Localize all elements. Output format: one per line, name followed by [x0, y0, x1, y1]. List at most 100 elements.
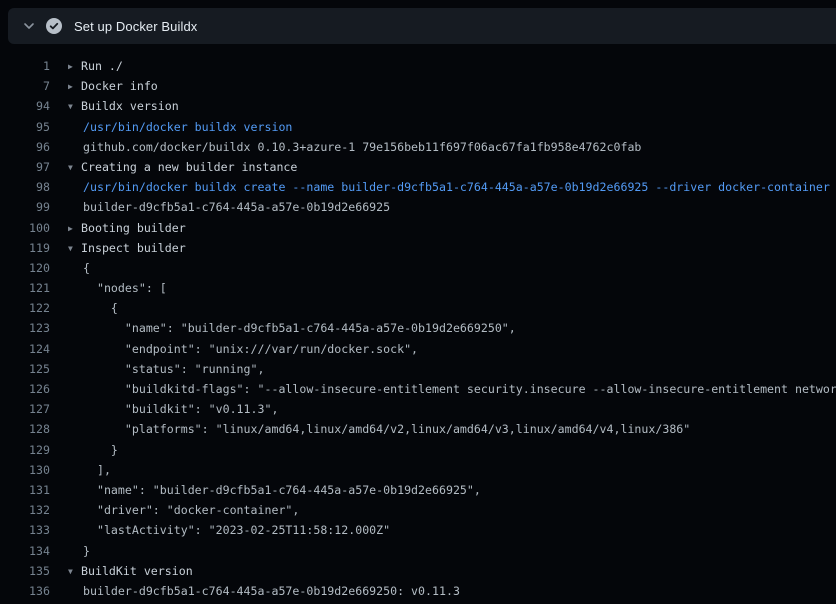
log-line: 7 ▶Docker info [0, 76, 836, 96]
line-number[interactable]: 125 [0, 359, 50, 379]
log-output-text: "driver": "docker-container", [68, 500, 299, 520]
chevron-down-icon[interactable] [18, 15, 40, 37]
log-line: 124 "endpoint": "unix:///var/run/docker.… [0, 339, 836, 359]
log-line: 136 builder-d9cfb5a1-c764-445a-a57e-0b19d… [0, 581, 836, 601]
log-line: 121 "nodes": [ [0, 278, 836, 298]
log-output-text: "status": "running", [68, 359, 264, 379]
log-command-text: /usr/bin/docker buildx create --name bui… [68, 177, 830, 197]
log-output-text: { [68, 298, 118, 318]
log-group-title: Creating a new builder instance [81, 160, 297, 174]
log-line: 95/usr/bin/docker buildx version [0, 117, 836, 137]
triangle-down-icon[interactable]: ▼ [68, 239, 81, 259]
line-number[interactable]: 135 [0, 561, 50, 581]
line-number[interactable]: 123 [0, 318, 50, 338]
log-output-text: } [68, 541, 90, 561]
log-group-toggle[interactable]: ▼BuildKit version [68, 561, 193, 581]
line-number[interactable]: 126 [0, 379, 50, 399]
line-number[interactable]: 130 [0, 460, 50, 480]
line-number[interactable]: 128 [0, 419, 50, 439]
line-number[interactable]: 120 [0, 258, 50, 278]
triangle-down-icon[interactable]: ▼ [68, 562, 81, 582]
line-number[interactable]: 7 [0, 76, 50, 96]
log-line: 94 ▼Buildx version [0, 96, 836, 116]
log-output-text: "nodes": [ [68, 278, 167, 298]
log-viewer: 1▶Run ./7▶Docker info94▼Buildx version95… [0, 44, 836, 601]
triangle-down-icon[interactable]: ▼ [68, 158, 81, 178]
line-number[interactable]: 121 [0, 278, 50, 298]
log-line: 97 ▼Creating a new builder instance [0, 157, 836, 177]
log-group-title: Inspect builder [81, 241, 186, 255]
log-group-title: BuildKit version [81, 564, 193, 578]
line-number[interactable]: 136 [0, 581, 50, 601]
log-group-toggle[interactable]: ▼Inspect builder [68, 238, 186, 258]
log-line: 127 "buildkit": "v0.11.3", [0, 399, 836, 419]
log-output-text: "endpoint": "unix:///var/run/docker.sock… [68, 339, 418, 359]
log-group-title: Booting builder [81, 221, 186, 235]
log-output-text: "buildkit": "v0.11.3", [68, 399, 278, 419]
log-group-toggle[interactable]: ▶Docker info [68, 76, 158, 96]
line-number[interactable]: 133 [0, 520, 50, 540]
log-group-title: Run ./ [81, 59, 123, 73]
log-output-text: "lastActivity": "2023-02-25T11:58:12.000… [68, 520, 390, 540]
log-output-text: builder-d9cfb5a1-c764-445a-a57e-0b19d2e6… [68, 197, 390, 217]
log-line: 120 { [0, 258, 836, 278]
line-number[interactable]: 134 [0, 541, 50, 561]
log-line: 100 ▶Booting builder [0, 218, 836, 238]
check-circle-icon [46, 18, 62, 34]
log-line: 129 } [0, 440, 836, 460]
line-number[interactable]: 119 [0, 238, 50, 258]
log-group-title: Docker info [81, 79, 158, 93]
log-output-text: { [68, 258, 90, 278]
step-header[interactable]: Set up Docker Buildx [8, 8, 836, 44]
log-line: 131 "name": "builder-d9cfb5a1-c764-445a-… [0, 480, 836, 500]
log-group-toggle[interactable]: ▶Booting builder [68, 218, 186, 238]
line-number[interactable]: 97 [0, 157, 50, 177]
line-number[interactable]: 129 [0, 440, 50, 460]
log-line: 125 "status": "running", [0, 359, 836, 379]
triangle-right-icon[interactable]: ▶ [68, 77, 81, 97]
log-line: 123 "name": "builder-d9cfb5a1-c764-445a-… [0, 318, 836, 338]
log-output-text: "buildkitd-flags": "--allow-insecure-ent… [68, 379, 836, 399]
log-line: 128 "platforms": "linux/amd64,linux/amd6… [0, 419, 836, 439]
log-line: 134} [0, 541, 836, 561]
log-line: 98/usr/bin/docker buildx create --name b… [0, 177, 836, 197]
line-number[interactable]: 1 [0, 56, 50, 76]
triangle-right-icon[interactable]: ▶ [68, 57, 81, 77]
line-number[interactable]: 100 [0, 218, 50, 238]
line-number[interactable]: 98 [0, 177, 50, 197]
line-number[interactable]: 96 [0, 137, 50, 157]
log-group-toggle[interactable]: ▶Run ./ [68, 56, 123, 76]
log-line: 130 ], [0, 460, 836, 480]
line-number[interactable]: 124 [0, 339, 50, 359]
line-number[interactable]: 131 [0, 480, 50, 500]
log-output-text: github.com/docker/buildx 0.10.3+azure-1 … [68, 137, 641, 157]
log-command-text: /usr/bin/docker buildx version [68, 117, 292, 137]
log-line: 135 ▼BuildKit version [0, 561, 836, 581]
log-output-text: ], [68, 460, 111, 480]
log-output-text: "platforms": "linux/amd64,linux/amd64/v2… [68, 419, 690, 439]
log-line: 132 "driver": "docker-container", [0, 500, 836, 520]
step-title: Set up Docker Buildx [74, 19, 197, 34]
line-number[interactable]: 95 [0, 117, 50, 137]
log-output-text: } [68, 440, 118, 460]
log-group-toggle[interactable]: ▼Buildx version [68, 96, 179, 116]
line-number[interactable]: 122 [0, 298, 50, 318]
log-output-text: "name": "builder-d9cfb5a1-c764-445a-a57e… [68, 318, 516, 338]
triangle-down-icon[interactable]: ▼ [68, 97, 81, 117]
log-output-text: "name": "builder-d9cfb5a1-c764-445a-a57e… [68, 480, 481, 500]
line-number[interactable]: 127 [0, 399, 50, 419]
log-line: 119 ▼Inspect builder [0, 238, 836, 258]
log-output-text: builder-d9cfb5a1-c764-445a-a57e-0b19d2e6… [68, 581, 460, 601]
log-line: 126 "buildkitd-flags": "--allow-insecure… [0, 379, 836, 399]
line-number[interactable]: 94 [0, 96, 50, 116]
log-group-title: Buildx version [81, 99, 179, 113]
log-line: 99 builder-d9cfb5a1-c764-445a-a57e-0b19d2… [0, 197, 836, 217]
line-number[interactable]: 132 [0, 500, 50, 520]
log-group-toggle[interactable]: ▼Creating a new builder instance [68, 157, 297, 177]
log-line: 122 { [0, 298, 836, 318]
log-line: 1 ▶Run ./ [0, 56, 836, 76]
log-line: 96 github.com/docker/buildx 0.10.3+azure-… [0, 137, 836, 157]
log-line: 133 "lastActivity": "2023-02-25T11:58:12… [0, 520, 836, 540]
line-number[interactable]: 99 [0, 197, 50, 217]
triangle-right-icon[interactable]: ▶ [68, 219, 81, 239]
